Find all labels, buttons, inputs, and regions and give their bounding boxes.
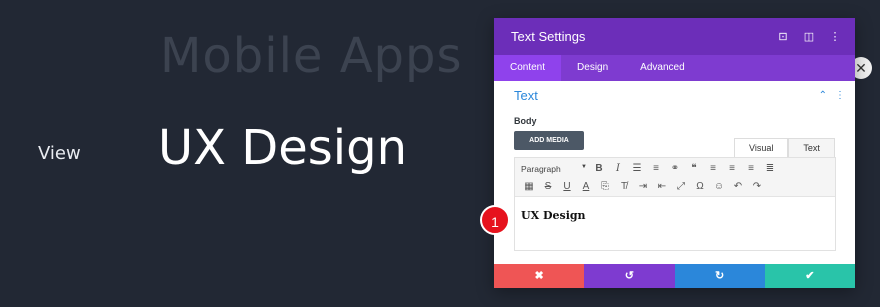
fullscreen-icon[interactable]: ⤢ [673, 179, 689, 195]
redo-button[interactable]: ↻ [674, 264, 765, 288]
tab-visual[interactable]: Visual [734, 138, 789, 158]
paste-text-icon[interactable]: ⎘ [597, 179, 613, 195]
numbered-list-icon[interactable]: ≡ [648, 161, 664, 177]
quote-icon[interactable]: ❝ [686, 161, 702, 177]
tab-advanced[interactable]: Advanced [624, 55, 700, 81]
faded-heading: Mobile Apps [160, 28, 463, 84]
cancel-button[interactable]: ✖ [494, 264, 585, 288]
bold-icon[interactable]: B [591, 161, 607, 177]
main-heading: UX Design [158, 120, 407, 176]
indent-icon[interactable]: ⇥ [635, 179, 651, 195]
step-number-badge: 1 [480, 205, 510, 235]
modal-body: Text ⌃ ⋮ Body ADD MEDIA Visual Text Para… [494, 81, 855, 253]
modal-footer: ✖ ↺ ↻ ✔ [494, 264, 855, 288]
section-header[interactable]: Text ⌃ ⋮ [514, 88, 845, 103]
underline-icon[interactable]: U [559, 179, 575, 195]
section-title: Text [514, 88, 538, 103]
columns-icon[interactable]: ◫ [803, 30, 815, 43]
omega-icon[interactable]: Ω [692, 179, 708, 195]
strikethrough-icon[interactable]: S [540, 179, 556, 195]
modal-tabs: Content Design Advanced [494, 55, 855, 81]
align-justify-icon[interactable]: ≣ [762, 161, 778, 177]
editor-content[interactable]: UX Design [515, 197, 835, 234]
save-button[interactable]: ✔ [764, 264, 855, 288]
undo-icon[interactable]: ↶ [730, 179, 746, 195]
redo-icon[interactable]: ↷ [749, 179, 765, 195]
align-left-icon[interactable]: ≡ [705, 161, 721, 177]
modal-header: Text Settings ⊡ ◫ ⋮ [494, 18, 855, 55]
clear-format-icon[interactable]: T̸ [616, 179, 632, 195]
format-select[interactable]: Paragraph ▼ [521, 164, 587, 174]
align-center-icon[interactable]: ≡ [724, 161, 740, 177]
caret-down-icon: ▼ [581, 164, 587, 170]
add-media-button[interactable]: ADD MEDIA [514, 131, 584, 150]
italic-icon[interactable]: I [610, 161, 626, 177]
rich-text-editor: Paragraph ▼ B I ☰ ≡ ⚭ ❝ ≡ ≡ ≡ ≣ ▦ S U A … [514, 157, 836, 251]
modal-title: Text Settings [511, 29, 586, 44]
body-label: Body [514, 116, 537, 126]
bullet-list-icon[interactable]: ☰ [629, 161, 645, 177]
focus-icon[interactable]: ⊡ [777, 30, 789, 43]
align-right-icon[interactable]: ≡ [743, 161, 759, 177]
text-color-icon[interactable]: A [578, 179, 594, 195]
tab-text[interactable]: Text [788, 138, 835, 158]
view-label: View [38, 143, 81, 164]
tab-content[interactable]: Content [494, 55, 562, 81]
table-icon[interactable]: ▦ [521, 179, 537, 195]
editor-mode-tabs: Visual Text [734, 138, 835, 158]
text-settings-modal: Text Settings ⊡ ◫ ⋮ Content Design Advan… [494, 18, 855, 288]
outdent-icon[interactable]: ⇤ [654, 179, 670, 195]
more-vert-icon[interactable]: ⋮ [829, 30, 841, 43]
emoji-icon[interactable]: ☺ [711, 179, 727, 195]
more-vert-icon[interactable]: ⋮ [835, 90, 845, 101]
undo-button[interactable]: ↺ [584, 264, 675, 288]
tab-design[interactable]: Design [561, 55, 624, 81]
format-select-value: Paragraph [521, 164, 561, 174]
link-icon[interactable]: ⚭ [667, 161, 683, 177]
chevron-up-icon[interactable]: ⌃ [819, 90, 827, 101]
editor-toolbar: Paragraph ▼ B I ☰ ≡ ⚭ ❝ ≡ ≡ ≡ ≣ ▦ S U A … [515, 158, 835, 197]
